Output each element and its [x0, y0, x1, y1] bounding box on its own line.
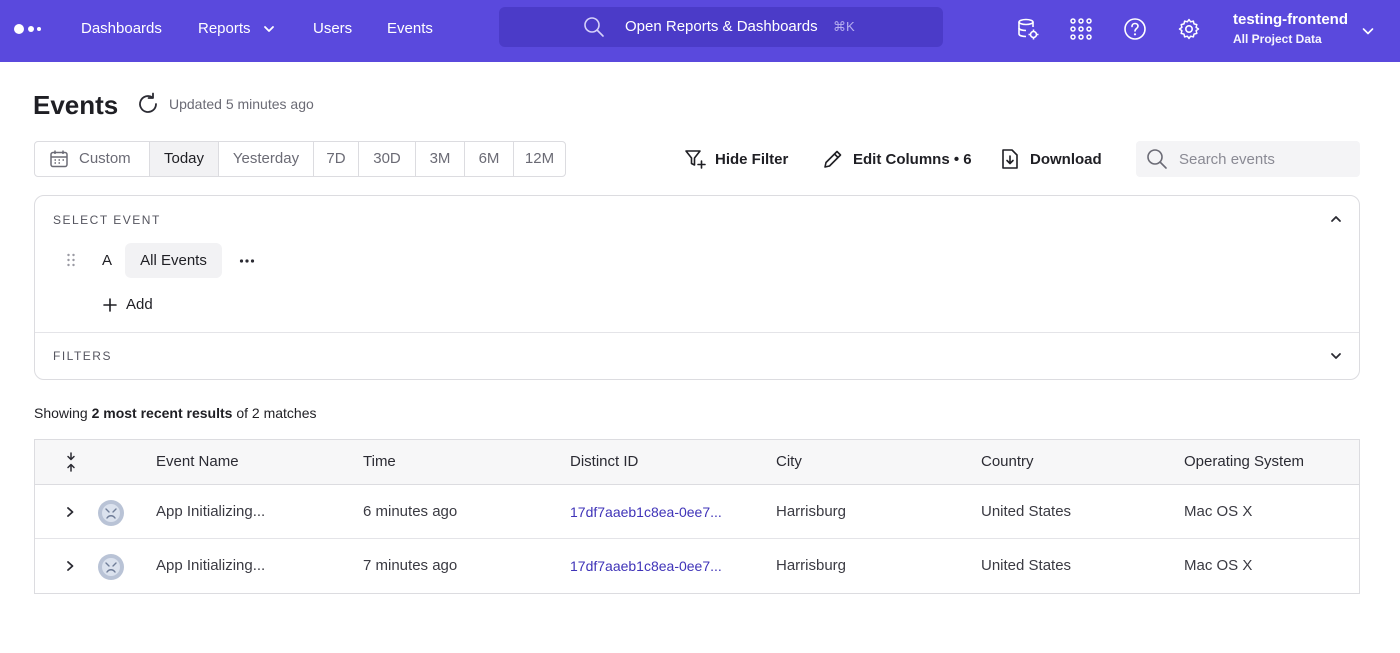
cell-country: United States [981, 503, 1072, 520]
search-icon [1147, 149, 1167, 169]
last-updated-text: Updated 5 minutes ago [169, 96, 314, 112]
download-label: Download [1030, 150, 1102, 168]
results-summary: Showing 2 most recent results of 2 match… [34, 403, 316, 423]
chevron-down-icon[interactable] [263, 23, 275, 35]
select-event-label: SELECT EVENT [53, 213, 161, 227]
event-selector-chip[interactable]: All Events [125, 243, 222, 278]
range-custom[interactable]: Custom [35, 142, 150, 176]
settings-icon[interactable] [1177, 17, 1201, 41]
filters-label[interactable]: FILTERS [53, 348, 112, 364]
results-suffix: of 2 matches [232, 405, 317, 421]
range-custom-label: Custom [79, 150, 131, 167]
calendar-icon [50, 150, 68, 168]
filter-icon [685, 150, 706, 169]
search-icon [584, 17, 604, 37]
event-letter: A [102, 252, 113, 269]
edit-columns-button[interactable]: Edit Columns • 6 [822, 147, 972, 171]
cell-country: United States [981, 557, 1072, 574]
nav-reports[interactable]: Reports [198, 19, 251, 39]
avatar[interactable] [97, 553, 125, 581]
nav-users[interactable]: Users [313, 19, 352, 39]
table-row[interactable]: App Initializing... 7 minutes ago 17df7a… [35, 539, 1359, 593]
cell-event-name: App Initializing... [156, 503, 266, 520]
mixpanel-logo[interactable] [14, 22, 42, 38]
range-today[interactable]: Today [150, 142, 219, 176]
chevron-right-icon[interactable] [64, 505, 76, 519]
chevron-down-icon[interactable] [1330, 350, 1342, 362]
project-scope: All Project Data [1233, 32, 1322, 46]
range-6m[interactable]: 6M [465, 142, 514, 176]
download-icon [1002, 149, 1018, 169]
plus-icon [103, 298, 117, 312]
add-label: Add [126, 296, 153, 313]
column-header-operating-system[interactable]: Operating System [1184, 452, 1304, 472]
cell-distinct-id-link[interactable]: 17df7aaeb1c8ea-0ee7... [570, 556, 722, 576]
results-prefix: Showing [34, 405, 92, 421]
avatar[interactable] [97, 499, 125, 527]
chevron-down-icon[interactable] [1361, 24, 1375, 38]
cell-distinct-id-link[interactable]: 17df7aaeb1c8ea-0ee7... [570, 502, 722, 522]
query-builder-panel: SELECT EVENT A All Events Add FILTERS [34, 195, 1360, 380]
column-header-distinct-id[interactable]: Distinct ID [570, 452, 638, 472]
help-icon[interactable] [1123, 17, 1147, 41]
cell-city: Harrisburg [776, 503, 847, 520]
cell-time: 6 minutes ago [363, 503, 458, 520]
range-3m[interactable]: 3M [416, 142, 465, 176]
more-options-icon[interactable] [238, 252, 256, 270]
command-search-bar[interactable]: Open Reports & Dashboards ⌘K [499, 7, 943, 47]
apps-grid-icon[interactable] [1069, 17, 1093, 41]
drag-handle-icon[interactable] [66, 253, 76, 267]
cell-operating-system: Mac OS X [1184, 503, 1253, 520]
cell-operating-system: Mac OS X [1184, 557, 1253, 574]
cell-time: 7 minutes ago [363, 557, 458, 574]
chevron-up-icon[interactable] [1330, 213, 1342, 225]
cell-city: Harrisburg [776, 557, 847, 574]
page-title: Events [33, 90, 119, 120]
search-events-input[interactable] [1179, 141, 1349, 177]
range-30d[interactable]: 30D [359, 142, 416, 176]
project-switcher[interactable]: testing-frontend All Project Data [1233, 10, 1348, 48]
chevron-right-icon[interactable] [64, 559, 76, 573]
date-range-selector: Custom Today Yesterday 7D 30D 3M 6M 12M [34, 141, 566, 177]
column-header-city[interactable]: City [776, 452, 802, 472]
results-count: 2 most recent results [91, 405, 233, 421]
refresh-icon[interactable] [136, 92, 160, 116]
range-yesterday[interactable]: Yesterday [219, 142, 314, 176]
nav-events[interactable]: Events [387, 19, 433, 39]
range-12m[interactable]: 12M [514, 142, 565, 176]
top-nav: Dashboards Reports Users Events Open Rep… [0, 0, 1400, 62]
command-bar-label: Open Reports & Dashboards [625, 18, 818, 35]
edit-columns-label: Edit Columns • 6 [853, 150, 972, 168]
pencil-icon [824, 150, 842, 168]
divider [35, 332, 1359, 333]
column-header-event-name[interactable]: Event Name [156, 452, 239, 472]
hide-filter-label: Hide Filter [715, 150, 789, 168]
events-table: Event Name Time Distinct ID City Country… [34, 439, 1360, 594]
project-name: testing-frontend [1233, 11, 1348, 28]
table-row[interactable]: App Initializing... 6 minutes ago 17df7a… [35, 485, 1359, 539]
add-event-button[interactable]: Add [103, 295, 153, 315]
nav-dashboards[interactable]: Dashboards [81, 19, 162, 39]
collapse-all-icon[interactable] [64, 452, 78, 472]
search-events-box [1136, 141, 1360, 177]
data-management-icon[interactable] [1016, 17, 1040, 41]
download-button[interactable]: Download [999, 147, 1102, 171]
shortcut-hint: ⌘K [833, 19, 855, 34]
column-header-country[interactable]: Country [981, 452, 1034, 472]
range-7d[interactable]: 7D [314, 142, 359, 176]
hide-filter-button[interactable]: Hide Filter [684, 147, 788, 171]
table-header: Event Name Time Distinct ID City Country… [35, 440, 1359, 485]
cell-event-name: App Initializing... [156, 557, 266, 574]
column-header-time[interactable]: Time [363, 452, 396, 472]
